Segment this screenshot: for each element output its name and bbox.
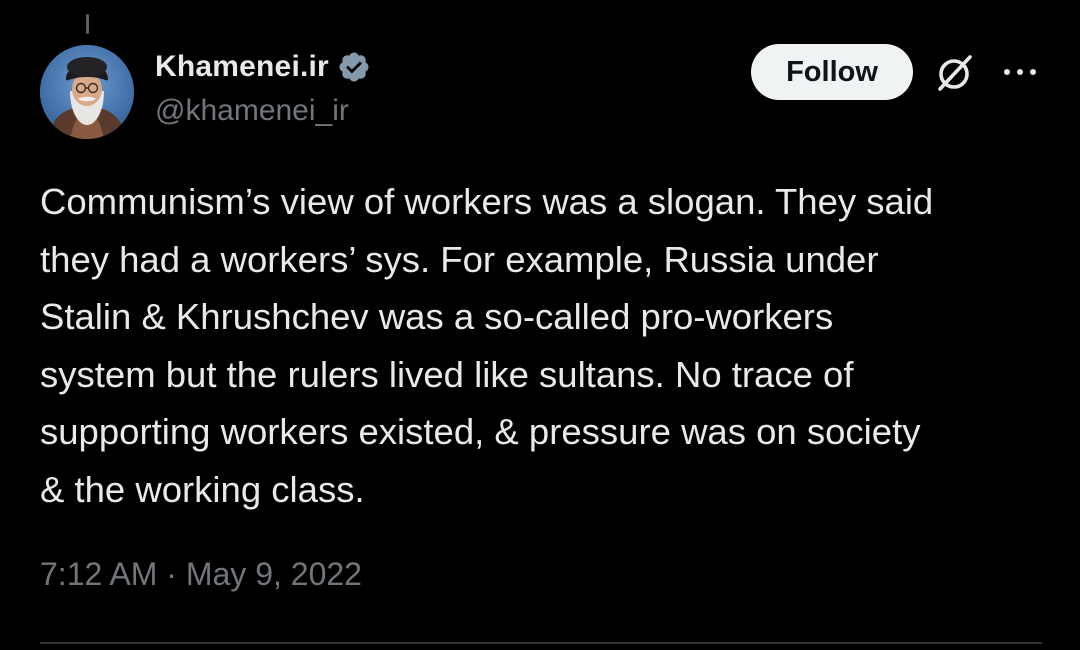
handle[interactable]: @khamenei_ir — [155, 94, 371, 128]
display-name[interactable]: Khamenei.ir — [155, 50, 329, 84]
grok-icon[interactable] — [934, 52, 976, 94]
avatar[interactable] — [40, 45, 134, 139]
tweet-detail: Khamenei.ir @khamenei_ir Follow Communis… — [0, 0, 1080, 650]
tweet-text: Communism’s view of workers was a slogan… — [40, 181, 934, 510]
more-options-icon[interactable] — [1000, 62, 1040, 82]
thread-connector-line — [86, 14, 89, 34]
follow-button[interactable]: Follow — [751, 44, 913, 100]
verified-badge-icon[interactable] — [337, 50, 371, 84]
divider — [40, 642, 1042, 644]
display-name-row: Khamenei.ir — [155, 48, 371, 86]
avatar-image — [40, 45, 134, 139]
tweet-timestamp[interactable]: 7:12 AM · May 9, 2022 — [40, 556, 362, 593]
author-info: Khamenei.ir @khamenei_ir — [155, 48, 371, 128]
